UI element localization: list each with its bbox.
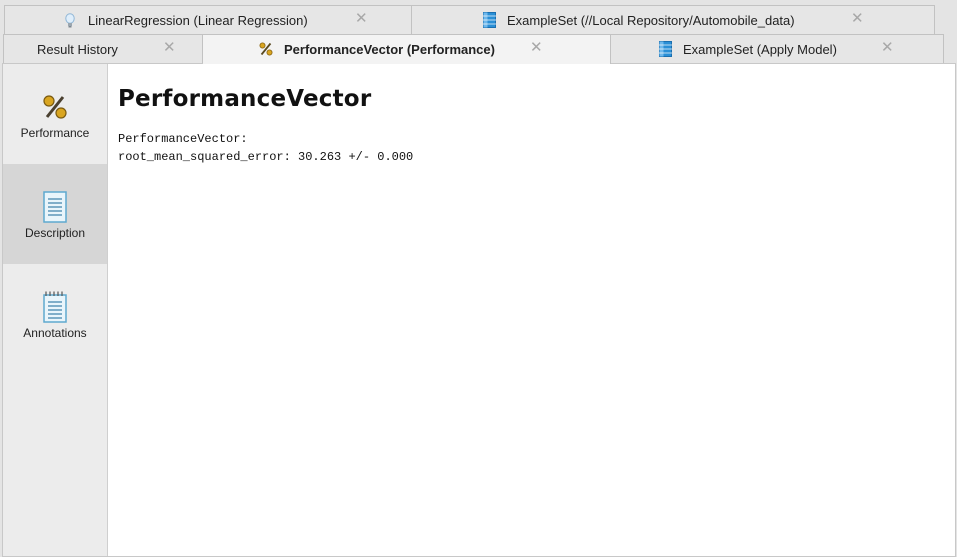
close-icon[interactable]: ✕ [851,11,864,27]
tab-exampleset-automobile[interactable]: ExampleSet (//Local Repository/Automobil… [412,5,935,34]
tab-row-top: LinearRegression (Linear Regression) ✕ E… [4,5,935,34]
sidebar-item-label: Performance [20,126,90,140]
tab-label: Result History [37,42,118,57]
tab-label: PerformanceVector (Performance) [284,42,495,57]
sidebar-item-label: Description [24,226,86,240]
tab-performance-vector[interactable]: PerformanceVector (Performance) ✕ [203,34,611,64]
tab-result-history[interactable]: Result History ✕ [3,34,203,63]
notepad-icon [42,290,68,324]
tab-exampleset-apply-model[interactable]: ExampleSet (Apply Model) ✕ [611,34,944,63]
close-icon[interactable]: ✕ [881,40,894,56]
results-view: LinearRegression (Linear Regression) ✕ E… [0,0,957,557]
result-panel: Performance Description Annotations Perf… [2,63,956,557]
sidebar-item-description[interactable]: Description [3,164,107,264]
sidebar-item-performance[interactable]: Performance [3,64,107,164]
performance-text: PerformanceVector: root_mean_squared_err… [118,130,945,166]
tab-row-bottom: Result History ✕ PerformanceVector (Perf… [3,34,944,64]
tab-label: ExampleSet (//Local Repository/Automobil… [507,13,795,28]
text-line: root_mean_squared_error: 30.263 +/- 0.00… [118,150,414,164]
sidebar-item-label: Annotations [23,326,87,340]
description-content: PerformanceVector PerformanceVector: roo… [118,86,945,166]
close-icon[interactable]: ✕ [163,40,176,56]
text-line: PerformanceVector: [118,132,248,146]
table-icon [482,12,496,28]
close-icon[interactable]: ✕ [530,40,543,56]
tab-linear-regression[interactable]: LinearRegression (Linear Regression) ✕ [4,5,412,34]
document-icon [42,190,68,224]
percent-icon [42,90,68,124]
lightbulb-icon [63,12,77,28]
sidebar-item-annotations[interactable]: Annotations [3,264,107,364]
view-sidebar: Performance Description Annotations [3,64,108,556]
tab-label: ExampleSet (Apply Model) [683,42,837,57]
page-title: PerformanceVector [118,86,372,112]
close-icon[interactable]: ✕ [355,11,368,27]
table-icon [658,41,672,57]
percent-icon [259,41,273,57]
tab-label: LinearRegression (Linear Regression) [88,13,308,28]
